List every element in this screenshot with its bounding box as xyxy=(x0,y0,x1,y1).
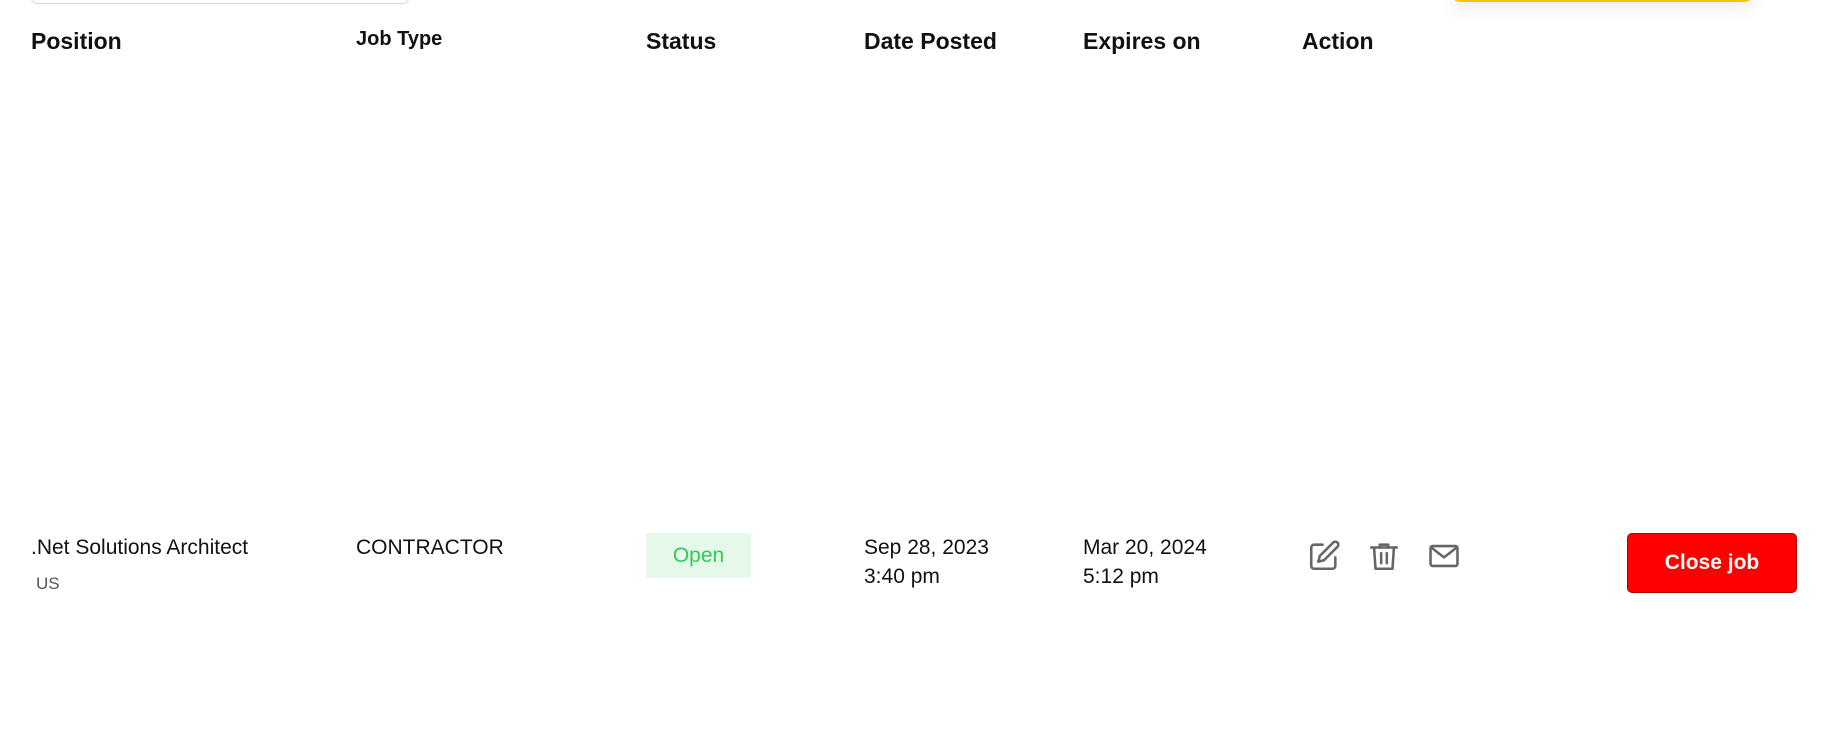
post-job-button[interactable] xyxy=(1450,0,1755,2)
column-header-date-posted: Date Posted xyxy=(864,28,997,54)
job-type: CONTRACTOR xyxy=(356,536,504,559)
expires-date: Mar 20, 2024 xyxy=(1083,536,1207,559)
date-posted: Sep 28, 2023 xyxy=(864,536,989,559)
trash-icon[interactable] xyxy=(1366,538,1402,574)
close-job-button[interactable]: Close job xyxy=(1627,533,1797,593)
position-location: US xyxy=(36,574,60,593)
jobs-page: Position Job Type Status Date Posted Exp… xyxy=(0,0,1824,750)
time-posted: 3:40 pm xyxy=(864,565,940,588)
column-header-status: Status xyxy=(646,28,717,54)
expires-time: 5:12 pm xyxy=(1083,565,1159,588)
position-title: .Net Solutions Architect xyxy=(31,536,249,559)
status-badge: Open xyxy=(646,533,751,578)
edit-icon[interactable] xyxy=(1306,538,1342,574)
column-header-position: Position xyxy=(31,28,122,54)
column-header-job-type: Job Type xyxy=(356,28,443,50)
mail-icon[interactable] xyxy=(1426,538,1462,574)
column-header-action: Action xyxy=(1302,28,1374,54)
search-input[interactable] xyxy=(30,0,410,4)
column-header-expires-on: Expires on xyxy=(1083,28,1201,54)
